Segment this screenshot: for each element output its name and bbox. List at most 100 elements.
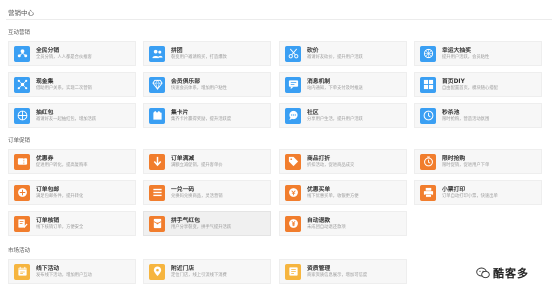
timer-icon bbox=[420, 153, 436, 170]
card-quanmin-fenxiao[interactable]: 全民分销 全员分销，人人都是合伙推客 bbox=[8, 41, 136, 66]
card-zizhi-guanli[interactable]: 资质管理 商家资质信息展示，增加可信度 bbox=[279, 259, 407, 284]
card-title: 线下活动 bbox=[36, 265, 60, 272]
card-title: 抽红包 bbox=[36, 109, 54, 116]
message-icon bbox=[285, 76, 301, 93]
card-title: 限时抢购 bbox=[442, 155, 466, 162]
lottery-icon bbox=[420, 45, 436, 62]
card-title: 优惠买单 bbox=[307, 186, 331, 193]
card-desc: 限时促销，促进用户下单 bbox=[442, 162, 490, 168]
card-title: 订单满减 bbox=[171, 155, 195, 162]
card-ji-kapian[interactable]: 集卡片 集齐卡片赢得奖励，提升活跃度 bbox=[143, 103, 271, 128]
card-desc: 订单自动打印小票，快速出单 bbox=[442, 193, 498, 199]
card-desc: 促进用户转化，提高复购率 bbox=[36, 162, 88, 168]
card-title: 砍价 bbox=[307, 47, 319, 54]
card-desc: 提升用户活跃，会员粘性 bbox=[442, 54, 490, 60]
card-xingyun-choujiang[interactable]: 幸运大抽奖 提升用户活跃，会员粘性 bbox=[414, 41, 542, 66]
coupon-icon bbox=[14, 153, 30, 170]
printer-icon bbox=[420, 184, 436, 201]
card-title: 首页DIY bbox=[442, 78, 465, 85]
location-pin-icon bbox=[149, 263, 165, 280]
card-youhuiquan[interactable]: 优惠券 促进用户转化，提高复购率 bbox=[8, 149, 136, 174]
nodes-icon bbox=[14, 76, 30, 93]
card-title: 拼手气红包 bbox=[171, 217, 200, 224]
card-title: 一兑一码 bbox=[171, 186, 195, 193]
verify-icon bbox=[14, 215, 30, 232]
card-title: 小票打印 bbox=[442, 186, 466, 193]
card-dingdan-hexiao[interactable]: 订单核销 线下核销订单，方便安全 bbox=[8, 211, 136, 236]
card-xiaoxi-jizhi[interactable]: 消息机制 站内通知，下单支付及时推送 bbox=[279, 72, 407, 97]
discount-tag-icon bbox=[285, 153, 301, 170]
layout-icon bbox=[420, 76, 436, 93]
card-xianxia-huodong[interactable]: 线下活动 发布线下活动，增加用户互动 bbox=[8, 259, 136, 284]
card-dingdan-manjian[interactable]: 订单满减 满额立减促销，提升客单价 bbox=[143, 149, 271, 174]
arrow-down-icon bbox=[149, 153, 165, 170]
card-title: 订单包邮 bbox=[36, 186, 60, 193]
card-pin-shouqi-hongbao[interactable]: 拼手气红包 用户分享裂变，拼手气提升活跃 bbox=[143, 211, 271, 236]
card-title: 会员俱乐部 bbox=[171, 78, 200, 85]
card-pintuan[interactable]: 拼团 裂变用户邀请购买，打造爆款 bbox=[143, 41, 271, 66]
card-desc: 线下优惠买单，收银更方便 bbox=[307, 193, 359, 199]
watermark: 酷客多 bbox=[476, 265, 529, 281]
card-yi-dui-yi-ma[interactable]: 一兑一码 兑换码兑换商品，灵活营销 bbox=[143, 180, 271, 205]
card-title: 订单核销 bbox=[36, 217, 60, 224]
page-title: 营销中心 bbox=[8, 9, 34, 17]
card-zidong-tuikuan[interactable]: 自动退款 未成团自动退还款项 bbox=[279, 211, 407, 236]
card-shangpin-dazhe[interactable]: 商品打折 折扣活动，促进商品成交 bbox=[279, 149, 407, 174]
card-xiaopiao-dayin[interactable]: 小票打印 订单自动打印小票，快速出单 bbox=[414, 180, 542, 205]
wechat-icon bbox=[476, 267, 490, 279]
card-title: 社区 bbox=[307, 109, 319, 116]
section-heading-interactive: 互动营销 bbox=[8, 30, 31, 36]
title-divider bbox=[6, 19, 552, 20]
refund-icon bbox=[285, 215, 301, 232]
cards-icon bbox=[149, 107, 165, 124]
card-title: 商品打折 bbox=[307, 155, 331, 162]
card-huiyuan-julebu[interactable]: 会员俱乐部 快速会员体系，增加用户粘性 bbox=[143, 72, 271, 97]
card-title: 现金集 bbox=[36, 78, 54, 85]
card-desc: 限时抢购，营造活动氛围 bbox=[442, 116, 490, 122]
card-desc: 折扣活动，促进商品成交 bbox=[307, 162, 355, 168]
redpacket-icon bbox=[14, 107, 30, 124]
section-heading-promotion: 订单促销 bbox=[8, 138, 31, 144]
card-desc: 借助用户关系，实现二次营销 bbox=[36, 85, 92, 91]
card-desc: 全员分销，人人都是合伙推客 bbox=[36, 54, 92, 60]
card-desc: 邀请好友砍价，提升用户活跃 bbox=[307, 54, 363, 60]
card-title: 自动退款 bbox=[307, 217, 331, 224]
card-title: 集卡片 bbox=[171, 109, 189, 116]
people-network-icon bbox=[14, 45, 30, 62]
card-chou-hongbao[interactable]: 抽红包 邀请好友一起抽红包，增加活跃 bbox=[8, 103, 136, 128]
chat-bubble-icon bbox=[285, 107, 301, 124]
card-desc: 分享用户生活，提升用户活跃 bbox=[307, 116, 363, 122]
card-desc: 发布线下活动，增加用户互动 bbox=[36, 272, 92, 278]
card-desc: 未成团自动退还款项 bbox=[307, 224, 346, 230]
clock-icon bbox=[420, 107, 436, 124]
receipt-icon bbox=[285, 184, 301, 201]
card-title: 资质管理 bbox=[307, 265, 331, 272]
card-xianshi-qianggou[interactable]: 限时抢购 限时促销，促进用户下单 bbox=[414, 149, 542, 174]
card-desc: 兑换码兑换商品，灵活营销 bbox=[171, 193, 223, 199]
lucky-redpacket-icon bbox=[149, 215, 165, 232]
card-miaosha-chi[interactable]: 秒杀池 限时抢购，营造活动氛围 bbox=[414, 103, 542, 128]
scissors-icon bbox=[285, 45, 301, 62]
card-dingdan-baoyou[interactable]: 订单包邮 满足包邮条件，提升转化 bbox=[8, 180, 136, 205]
card-title: 优惠券 bbox=[36, 155, 54, 162]
calendar-icon bbox=[14, 263, 30, 280]
card-fujin-mendian[interactable]: 附近门店 定位门店，线上引流线下消费 bbox=[143, 259, 271, 284]
card-xianjin-ji[interactable]: 现金集 借助用户关系，实现二次营销 bbox=[8, 72, 136, 97]
diamond-icon bbox=[149, 76, 165, 93]
card-title: 幸运大抽奖 bbox=[442, 47, 471, 54]
card-shouye-diy[interactable]: 首页DIY 自由配置首页，模块随心搭配 bbox=[414, 72, 542, 97]
card-desc: 用户分享裂变，拼手气提升活跃 bbox=[171, 224, 232, 230]
card-desc: 邀请好友一起抽红包，增加活跃 bbox=[36, 116, 97, 122]
card-desc: 裂变用户邀请购买，打造爆款 bbox=[171, 54, 227, 60]
card-desc: 定位门店，线上引流线下消费 bbox=[171, 272, 227, 278]
card-title: 全民分销 bbox=[36, 47, 60, 54]
card-desc: 满额立减促销，提升客单价 bbox=[171, 162, 223, 168]
card-shequ[interactable]: 社区 分享用户生活，提升用户活跃 bbox=[279, 103, 407, 128]
card-desc: 站内通知，下单支付及时推送 bbox=[307, 85, 363, 91]
card-desc: 线下核销订单，方便安全 bbox=[36, 224, 84, 230]
card-youhui-maidan[interactable]: 优惠买单 线下优惠买单，收银更方便 bbox=[279, 180, 407, 205]
card-desc: 自由配置首页，模块随心搭配 bbox=[442, 85, 498, 91]
card-kanjia[interactable]: 砍价 邀请好友砍价，提升用户活跃 bbox=[279, 41, 407, 66]
card-desc: 满足包邮条件，提升转化 bbox=[36, 193, 84, 199]
code-icon bbox=[149, 184, 165, 201]
